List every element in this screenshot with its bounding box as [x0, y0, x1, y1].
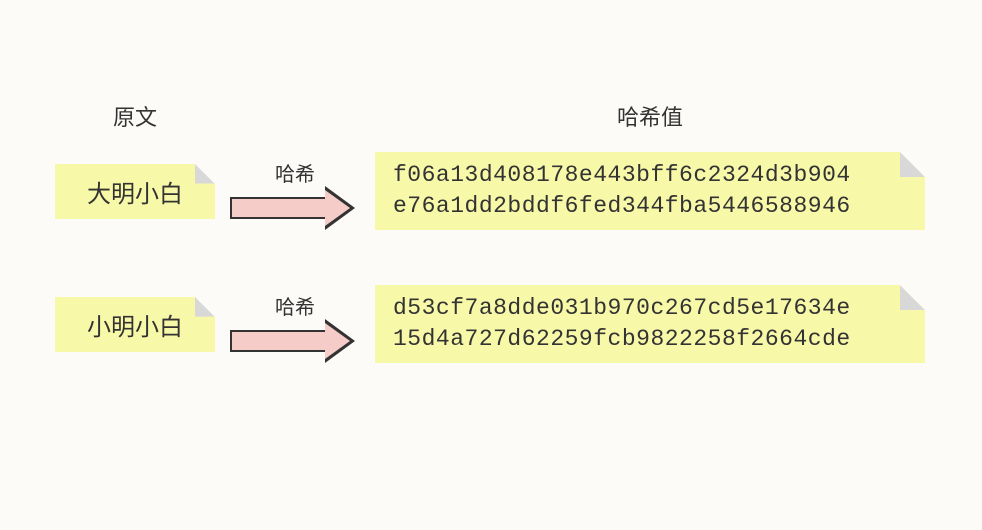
hash-diagram: 原文 哈希值 大明小白 哈希 f06a13d408178e443bff6c232…	[55, 100, 925, 418]
hash-line-2: 15d4a727d62259fcb9822258f2664cde	[393, 324, 907, 355]
hash-line-2: e76a1dd2bddf6fed344fba5446588946	[393, 191, 907, 222]
hashvalue-header: 哈希值	[375, 100, 925, 132]
hash-output-note: f06a13d408178e443bff6c2324d3b904 e76a1dd…	[375, 152, 925, 230]
hash-line-1: f06a13d408178e443bff6c2324d3b904	[393, 160, 907, 191]
arrow-icon	[230, 325, 360, 357]
arrow-section: 哈希	[215, 291, 375, 357]
header-row: 原文 哈希值	[55, 100, 925, 132]
hash-row-2: 小明小白 哈希 d53cf7a8dde031b970c267cd5e17634e…	[55, 285, 925, 363]
hash-line-1: d53cf7a8dde031b970c267cd5e17634e	[393, 293, 907, 324]
arrow-label: 哈希	[275, 291, 315, 320]
plaintext-note: 大明小白	[55, 164, 215, 219]
hash-row-1: 大明小白 哈希 f06a13d408178e443bff6c2324d3b904…	[55, 152, 925, 230]
arrow-section: 哈希	[215, 158, 375, 224]
arrow-label: 哈希	[275, 158, 315, 187]
plaintext-text: 小明小白	[87, 307, 183, 342]
plaintext-note: 小明小白	[55, 297, 215, 352]
plaintext-header: 原文	[55, 100, 215, 132]
plaintext-text: 大明小白	[87, 174, 183, 209]
hash-output-note: d53cf7a8dde031b970c267cd5e17634e 15d4a72…	[375, 285, 925, 363]
arrow-icon	[230, 192, 360, 224]
